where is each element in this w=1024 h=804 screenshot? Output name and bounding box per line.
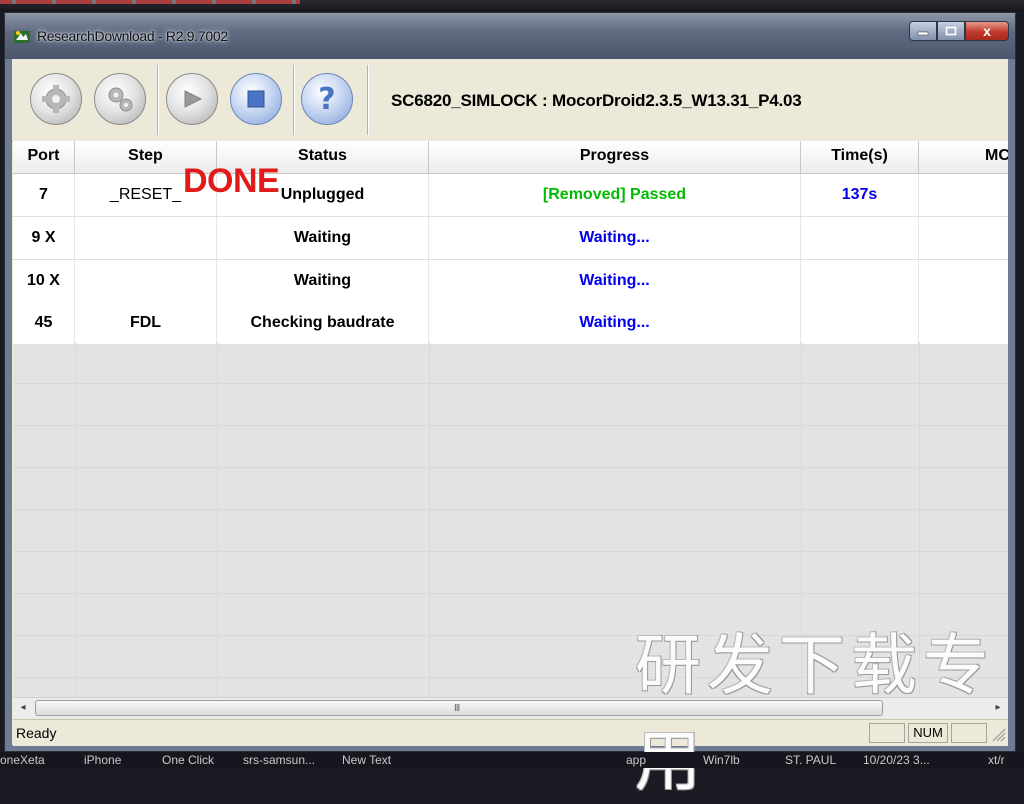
- play-icon: [184, 90, 203, 108]
- cell-time: [801, 302, 919, 344]
- cell-port: 45: [13, 302, 75, 344]
- cell-status: Waiting: [217, 260, 429, 302]
- taskbar-item[interactable]: srs-samsun...: [243, 753, 315, 767]
- cell-progress: Waiting...: [429, 217, 801, 259]
- taskbar-item[interactable]: 10/20/23 3...: [863, 753, 930, 767]
- cell-port: 9 X: [13, 217, 75, 259]
- gear-icon: [42, 85, 70, 113]
- cell-step: FDL: [75, 302, 217, 344]
- toolbar-separator: [367, 65, 369, 135]
- help-button[interactable]: ?: [301, 73, 353, 125]
- start-button[interactable]: [166, 73, 218, 125]
- title-bar[interactable]: ResearchDownload - R2.9.7002 x: [5, 13, 1015, 59]
- window-title: ResearchDownload - R2.9.7002: [37, 28, 228, 44]
- close-button[interactable]: x: [965, 21, 1009, 41]
- close-icon: x: [983, 23, 991, 39]
- taskbar-item[interactable]: iPhone: [84, 753, 121, 767]
- taskbar-item[interactable]: oneXeta: [0, 753, 45, 767]
- desktop-strip: [0, 0, 300, 4]
- gears-icon: [108, 87, 133, 112]
- cell-port: 7: [13, 174, 75, 216]
- column-header-progress[interactable]: Progress: [429, 141, 801, 173]
- column-header-time[interactable]: Time(s): [801, 141, 919, 173]
- column-header-port[interactable]: Port: [13, 141, 75, 173]
- table-header: Port Step Status Progress Time(s) MC: [13, 141, 1008, 174]
- maximize-button[interactable]: [937, 21, 965, 41]
- cell-port: 10 X: [13, 260, 75, 302]
- table-row[interactable]: 10 X Waiting Waiting...: [13, 260, 1008, 303]
- toolbar-separator: [293, 65, 295, 135]
- cell-time: [801, 217, 919, 259]
- cell-progress: [Removed] Passed: [429, 174, 801, 216]
- product-label: SC6820_SIMLOCK : MocorDroid2.3.5_W13.31_…: [391, 91, 802, 110]
- minimize-button[interactable]: [909, 21, 937, 41]
- column-gridline: [429, 342, 430, 697]
- stop-button[interactable]: [230, 73, 282, 125]
- scroll-left-icon[interactable]: ◂: [15, 700, 31, 716]
- taskbar-item[interactable]: Win7lb: [703, 753, 740, 767]
- toolbar: ? SC6820_SIMLOCK : MocorDroid2.3.5_W13.3…: [12, 59, 1008, 142]
- cell-time: 137s: [801, 174, 919, 216]
- help-icon: ?: [318, 81, 336, 117]
- status-text: Ready: [16, 725, 57, 741]
- table-row[interactable]: 7 _RESET_ Unplugged [Removed] Passed 137…: [13, 174, 1008, 217]
- column-gridline: [217, 342, 218, 697]
- taskbar-item[interactable]: New Text: [342, 753, 391, 767]
- cell-progress: Waiting...: [429, 302, 801, 344]
- app-icon: [14, 31, 30, 43]
- taskbar-item[interactable]: xt/r: [988, 753, 1005, 767]
- table-row[interactable]: 9 X Waiting Waiting...: [13, 217, 1008, 260]
- cell-status: Waiting: [217, 217, 429, 259]
- scrollbar-grip: III: [454, 703, 460, 714]
- taskbar-item[interactable]: One Click: [162, 753, 214, 767]
- maximize-icon: [945, 26, 957, 36]
- toolbar-separator: [157, 65, 159, 135]
- column-gridline: [75, 342, 76, 697]
- cell-progress: Waiting...: [429, 260, 801, 302]
- cell-step: [75, 260, 217, 302]
- cell-status: Checking baudrate: [217, 302, 429, 344]
- minimize-icon: [917, 31, 929, 36]
- taskbar-item[interactable]: app: [626, 753, 646, 767]
- cell-time: [801, 260, 919, 302]
- taskbar-item[interactable]: ST. PAUL: [785, 753, 836, 767]
- chinese-watermark: 研发下载专用: [635, 627, 995, 800]
- column-header-mc[interactable]: MC: [919, 141, 1008, 173]
- settings-button[interactable]: [30, 73, 82, 125]
- window-controls: x: [909, 21, 1009, 43]
- cell-step: [75, 217, 217, 259]
- done-overlay-text: DONE: [183, 162, 280, 200]
- options-button[interactable]: [94, 73, 146, 125]
- table-row[interactable]: 45 FDL Checking baudrate Waiting...: [13, 302, 1008, 345]
- stop-icon: [247, 90, 265, 108]
- taskbar: oneXeta iPhone One Click srs-samsun... N…: [0, 752, 1024, 768]
